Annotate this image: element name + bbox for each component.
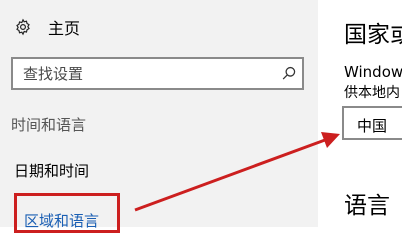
description-line-2: 供本地内 [344, 85, 400, 101]
settings-search-box[interactable] [11, 57, 304, 90]
country-selected-value: 中国 [357, 117, 388, 135]
sidebar-item-region-language[interactable]: 区域和语言 [14, 193, 120, 233]
home-label: 主页 [48, 19, 81, 38]
sidebar-item-date-time[interactable]: 日期和时间 [14, 160, 89, 181]
gear-icon [16, 18, 30, 36]
home-nav-item[interactable]: 主页 [14, 13, 80, 41]
country-dropdown[interactable]: 中国 [342, 106, 402, 140]
search-input[interactable] [23, 59, 263, 88]
description-line-1: Window [344, 63, 402, 81]
section-title: 时间和语言 [11, 116, 87, 134]
settings-sidebar: 主页 时间和语言 日期和时间 区域和语言 [0, 0, 318, 233]
page-title: 国家或 [344, 22, 402, 48]
search-icon[interactable] [281, 65, 298, 82]
sidebar-item-label: 区域和语言 [24, 212, 100, 230]
language-heading: 语言 [344, 193, 390, 219]
